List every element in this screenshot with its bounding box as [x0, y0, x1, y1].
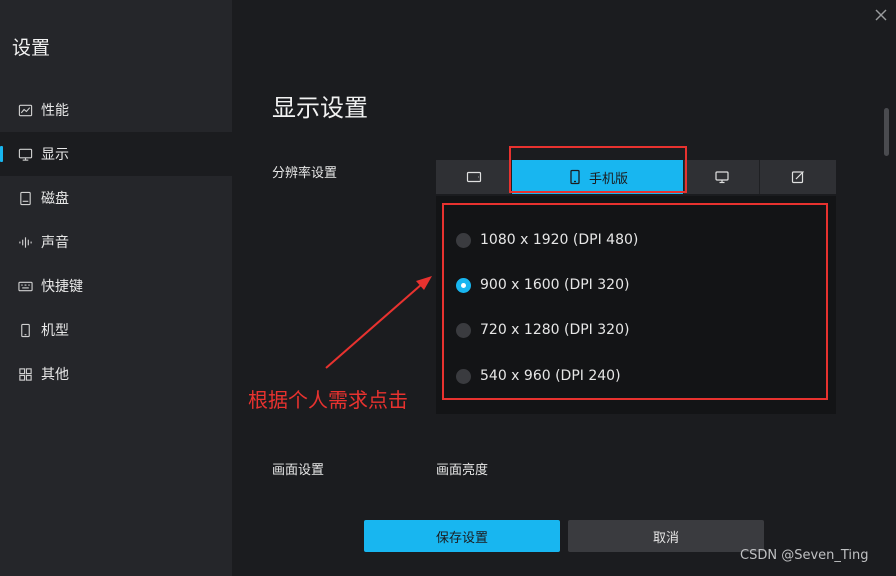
close-button[interactable] [872, 6, 890, 24]
scrollbar-thumb[interactable] [884, 108, 889, 156]
sidebar-item-label: 显示 [41, 147, 69, 163]
monitor-icon [17, 146, 33, 162]
keyboard-icon [17, 278, 33, 294]
picture-settings-label: 画面设置 [272, 463, 325, 478]
resolution-label: 分辨率设置 [272, 166, 338, 181]
disk-icon [17, 190, 33, 206]
sidebar-item-label: 快捷键 [41, 279, 83, 295]
sidebar-item-label: 机型 [41, 323, 69, 339]
sidebar: 设置 性能 显示 磁盘 声音 快捷键 机型 其他 [0, 0, 232, 576]
audio-wave-icon [17, 234, 33, 250]
desktop-icon [714, 171, 729, 184]
close-icon [875, 9, 887, 21]
watermark: CSDN @Seven_Ting [740, 548, 869, 563]
settings-window: 设置 性能 显示 磁盘 声音 快捷键 机型 其他 显示设置 分辨率设置 手机版 … [0, 0, 896, 576]
tablet-landscape-icon [466, 171, 481, 183]
grid-icon [17, 366, 33, 382]
tab-desktop[interactable] [684, 160, 760, 194]
cancel-button[interactable]: 取消 [568, 520, 764, 552]
save-button[interactable]: 保存设置 [364, 520, 560, 552]
sidebar-item-label: 声音 [41, 235, 69, 251]
annotation-highlight-options [442, 203, 828, 400]
sidebar-title: 设置 [12, 37, 51, 59]
sidebar-item-sound[interactable]: 声音 [0, 220, 232, 264]
sidebar-item-label: 磁盘 [41, 191, 69, 207]
annotation-highlight-tab [509, 146, 687, 193]
sidebar-item-shortcuts[interactable]: 快捷键 [0, 264, 232, 308]
edit-icon [791, 171, 804, 184]
chart-line-icon [17, 102, 33, 118]
tab-tablet[interactable] [436, 160, 512, 194]
sidebar-item-display[interactable]: 显示 [0, 132, 232, 176]
sidebar-item-model[interactable]: 机型 [0, 308, 232, 352]
sidebar-item-performance[interactable]: 性能 [0, 88, 232, 132]
brightness-label: 画面亮度 [436, 463, 489, 478]
sidebar-item-other[interactable]: 其他 [0, 352, 232, 396]
sidebar-nav: 性能 显示 磁盘 声音 快捷键 机型 其他 [0, 88, 232, 396]
sidebar-item-label: 其他 [41, 367, 69, 383]
annotation-text: 根据个人需求点击 [248, 388, 408, 412]
tab-custom[interactable] [760, 160, 836, 194]
sidebar-item-disk[interactable]: 磁盘 [0, 176, 232, 220]
phone-icon [17, 322, 33, 338]
page-title: 显示设置 [272, 94, 368, 122]
sidebar-item-label: 性能 [41, 103, 69, 119]
